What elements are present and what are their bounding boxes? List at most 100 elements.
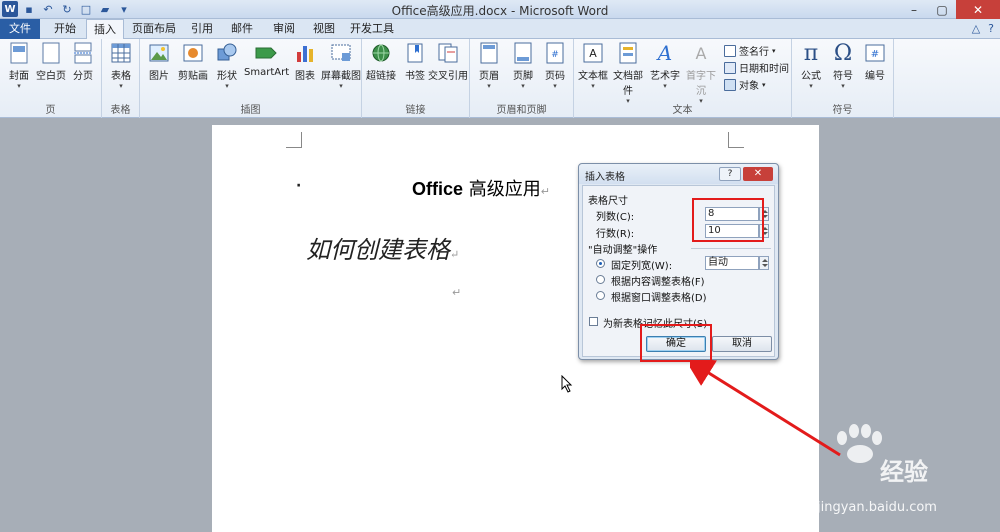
tab-page-layout[interactable]: 页面布局	[128, 19, 180, 39]
page-number-icon: #	[544, 42, 566, 64]
group-label-tables: 表格	[110, 105, 131, 116]
cover-page-button[interactable]: 封面 ▾	[2, 42, 36, 90]
section-divider	[691, 248, 771, 249]
omega-icon: Ω	[833, 40, 853, 66]
textbox-button[interactable]: A 文本框 ▾	[576, 42, 610, 90]
object-button[interactable]: 对象 ▾	[724, 77, 766, 92]
footer-icon	[512, 42, 534, 64]
wordart-button[interactable]: A 艺术字 ▾	[648, 41, 682, 90]
smartart-button[interactable]: SmartArt	[244, 42, 289, 78]
margin-corner-top-right	[728, 132, 744, 148]
fit-window-radio[interactable]	[596, 291, 605, 300]
textbox-icon: A	[582, 42, 604, 64]
group-label-pages: 页	[45, 105, 56, 116]
fit-content-label: 根据内容调整表格(F)	[611, 277, 705, 288]
object-icon	[724, 78, 736, 91]
minimize-ribbon-icon[interactable]: △	[972, 22, 980, 35]
page-break-button[interactable]: 分页	[66, 42, 100, 82]
tab-developer[interactable]: 开发工具	[346, 19, 398, 39]
fit-window-label: 根据窗口调整表格(D)	[611, 293, 707, 304]
group-text: A 文本框 ▾ 文档部件 ▾ A 艺术字 ▾ A 首字下沉 ▾ 签名行 ▾ 日期和时间 对…	[574, 39, 792, 118]
cross-reference-button[interactable]: 交叉引用	[428, 42, 468, 82]
table-icon	[110, 42, 132, 64]
bookmark-icon	[404, 42, 426, 64]
title-bar: W ▪ ↶ ↻ □ ▰ ▾ Office高级应用.docx - Microsof…	[0, 0, 1000, 19]
cancel-button[interactable]: 取消	[712, 336, 772, 352]
symbol-button[interactable]: Ω 符号 ▾	[826, 40, 860, 91]
pi-icon: π	[803, 40, 819, 66]
table-size-section-label: 表格尺寸	[588, 196, 628, 207]
baidu-paw-icon	[837, 424, 882, 463]
annotation-arrow	[690, 360, 841, 457]
dialog-help-button[interactable]: ?	[719, 167, 741, 181]
fixed-width-radio[interactable]	[596, 259, 605, 268]
fit-content-radio[interactable]	[596, 275, 605, 284]
date-time-button[interactable]: 日期和时间	[724, 60, 789, 75]
dialog-title-bar[interactable]: 插入表格 ? ✕	[579, 164, 778, 184]
empty-paragraph-mark: ↵	[452, 286, 462, 299]
quick-parts-icon	[617, 42, 639, 64]
tab-review[interactable]: 审阅	[266, 19, 302, 39]
tab-home[interactable]: 开始	[46, 19, 84, 39]
hyperlink-button[interactable]: 超链接	[364, 42, 398, 82]
footer-button[interactable]: 页脚 ▾	[506, 42, 540, 90]
bullet-marker: ·	[296, 178, 302, 194]
document-heading[interactable]: Office 高级应用↵	[412, 175, 550, 201]
screenshot-button[interactable]: 屏幕截图 ▾	[320, 42, 362, 90]
equation-button[interactable]: π 公式 ▾	[794, 40, 828, 91]
remember-size-checkbox[interactable]	[589, 317, 598, 326]
header-button[interactable]: 页眉 ▾	[472, 42, 506, 90]
mouse-pointer-icon	[561, 375, 573, 393]
close-button[interactable]: ✕	[956, 0, 1000, 19]
bookmark-button[interactable]: 书签	[398, 42, 432, 82]
maximize-button[interactable]: ▢	[928, 0, 956, 19]
dialog-close-button[interactable]: ✕	[743, 167, 773, 181]
clipart-icon	[182, 42, 204, 64]
group-label-links: 链接	[405, 105, 426, 116]
group-pages: 封面 ▾ 空白页 分页 页	[0, 39, 102, 118]
group-label-header-footer: 页眉和页脚	[496, 105, 547, 116]
header-icon	[478, 42, 500, 64]
clipart-button[interactable]: 剪贴画	[176, 42, 210, 82]
group-illustrations: 图片 剪贴画 形状 ▾ SmartArt 图表 屏幕截图 ▾ 插图	[140, 39, 362, 118]
autofit-section-label: "自动调整"操作	[588, 245, 658, 256]
minimize-button[interactable]: –	[900, 0, 928, 19]
picture-icon	[148, 42, 170, 64]
fixed-width-spinner[interactable]	[759, 256, 769, 270]
margin-corner-top-left	[286, 132, 302, 148]
svg-text:#: #	[871, 49, 879, 60]
shapes-icon	[216, 42, 238, 64]
quick-parts-button[interactable]: 文档部件 ▾	[610, 42, 646, 105]
tab-references[interactable]: 引用	[184, 19, 220, 39]
ribbon-tabs: 文件 开始 插入 页面布局 引用 邮件 审阅 视图 开发工具 △ ?	[0, 19, 1000, 40]
number-button[interactable]: # 编号	[858, 42, 892, 82]
chart-button[interactable]: 图表	[288, 42, 322, 82]
tab-view[interactable]: 视图	[306, 19, 342, 39]
help-icon[interactable]: ?	[988, 22, 994, 35]
watermark-brand: Bai	[770, 452, 820, 482]
columns-label: 列数(C):	[596, 212, 635, 223]
table-button[interactable]: 表格 ▾	[104, 42, 138, 90]
document-subheading[interactable]: 如何创建表格↵	[306, 230, 459, 265]
svg-text:A: A	[589, 47, 597, 60]
tab-insert[interactable]: 插入	[86, 19, 124, 40]
ribbon: 封面 ▾ 空白页 分页 页 表格 ▾ 表格 图片 剪贴画 形状 ▾ SmartA…	[0, 39, 1000, 118]
watermark-brand-cn: 经验	[880, 458, 928, 486]
group-label-text: 文本	[672, 105, 693, 116]
shapes-button[interactable]: 形状 ▾	[210, 42, 244, 90]
paragraph-mark: ↵	[450, 248, 460, 261]
group-tables: 表格 ▾ 表格	[102, 39, 140, 118]
fixed-width-input[interactable]: 自动	[705, 256, 759, 270]
globe-link-icon	[370, 42, 392, 64]
picture-button[interactable]: 图片	[142, 42, 176, 82]
tab-file[interactable]: 文件	[0, 19, 40, 39]
svg-text:#: #	[551, 50, 559, 60]
paragraph-mark: ↵	[540, 185, 550, 198]
dropcap-icon: A	[695, 43, 707, 63]
tab-mailings[interactable]: 邮件	[224, 19, 260, 39]
page-number-button[interactable]: # 页码 ▾	[538, 42, 572, 90]
dropcap-button[interactable]: A 首字下沉 ▾	[682, 42, 720, 106]
blank-page-button[interactable]: 空白页	[34, 42, 68, 82]
signature-line-button[interactable]: 签名行 ▾	[724, 43, 776, 58]
group-symbols: π 公式 ▾ Ω 符号 ▾ # 编号 符号	[792, 39, 894, 118]
